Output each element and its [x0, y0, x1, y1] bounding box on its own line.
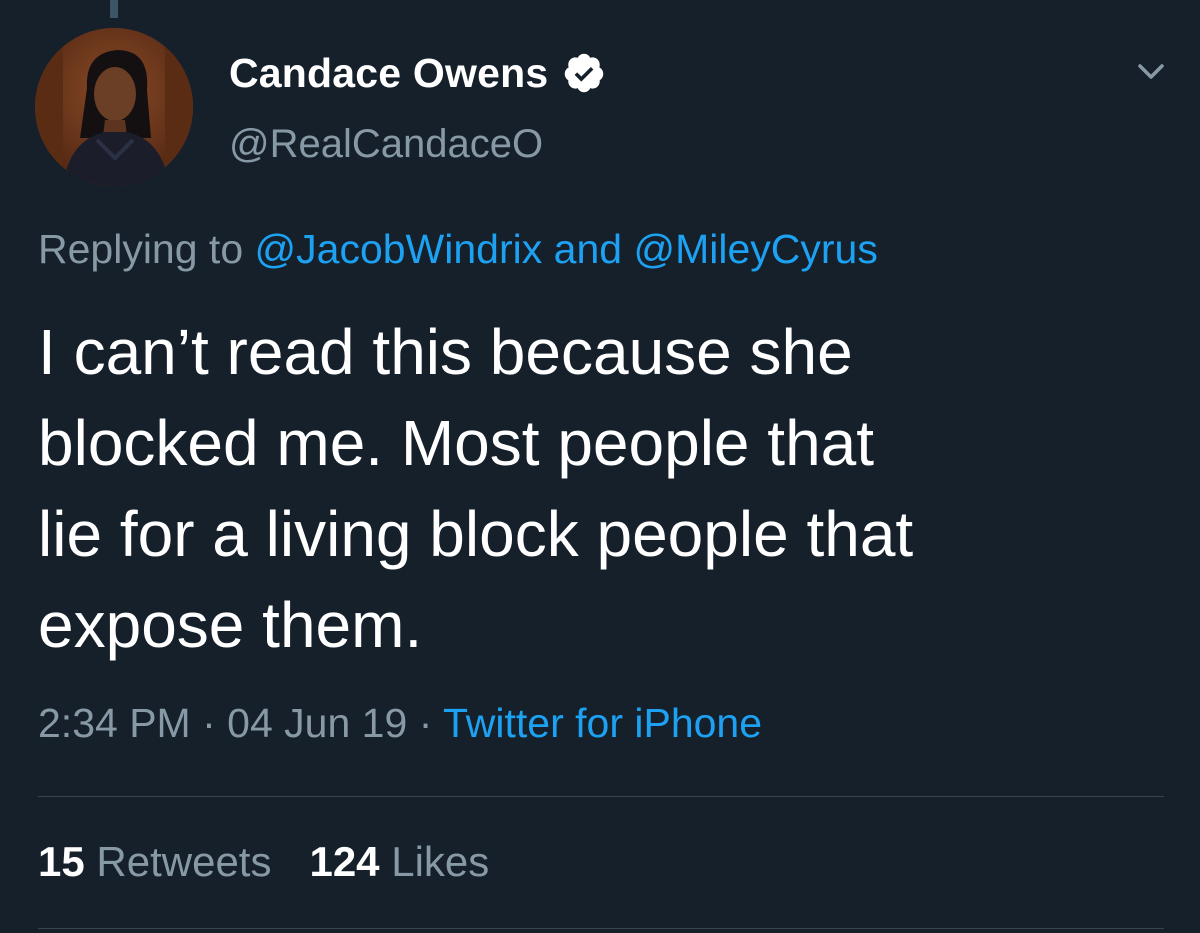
- profile-photo: [35, 28, 193, 186]
- tweet-metadata: 2:34 PM · 04 Jun 19 · Twitter for iPhone: [38, 700, 762, 747]
- avatar[interactable]: [35, 28, 193, 186]
- tweet-time[interactable]: 2:34 PM: [38, 700, 191, 746]
- mention-link-jacobwindrix[interactable]: @JacobWindrix: [255, 226, 543, 272]
- divider: [38, 796, 1164, 797]
- retweets-label: Retweets: [96, 838, 272, 885]
- author-name-row[interactable]: Candace Owens: [229, 48, 606, 98]
- verified-badge-icon: [562, 51, 606, 95]
- chevron-down-icon[interactable]: [1134, 54, 1168, 88]
- tweet-date[interactable]: 04 Jun 19: [227, 700, 407, 746]
- tweet-stats: 15 Retweets 124 Likes: [38, 838, 489, 886]
- mention-link-mileycyrus[interactable]: @MileyCyrus: [633, 226, 877, 272]
- author-handle[interactable]: @RealCandaceO: [229, 122, 543, 167]
- likes-label: Likes: [391, 838, 490, 885]
- tweet-source-link[interactable]: Twitter for iPhone: [443, 700, 762, 746]
- likes-stat[interactable]: 124 Likes: [309, 838, 489, 885]
- divider: [38, 928, 1164, 929]
- meta-separator: ·: [202, 700, 216, 746]
- tweet-text: I can’t read this because she blocked me…: [38, 316, 914, 661]
- meta-separator: ·: [418, 700, 433, 746]
- likes-count: 124: [309, 838, 380, 885]
- author-display-name[interactable]: Candace Owens: [229, 50, 548, 97]
- mention-joiner[interactable]: and: [554, 226, 622, 272]
- retweets-count: 15: [38, 838, 85, 885]
- replying-to-label: Replying to: [38, 226, 244, 272]
- retweets-stat[interactable]: 15 Retweets: [38, 838, 271, 885]
- thread-connector-line: [110, 0, 118, 18]
- replying-to-line: Replying to @JacobWindrix and @MileyCyru…: [38, 226, 878, 273]
